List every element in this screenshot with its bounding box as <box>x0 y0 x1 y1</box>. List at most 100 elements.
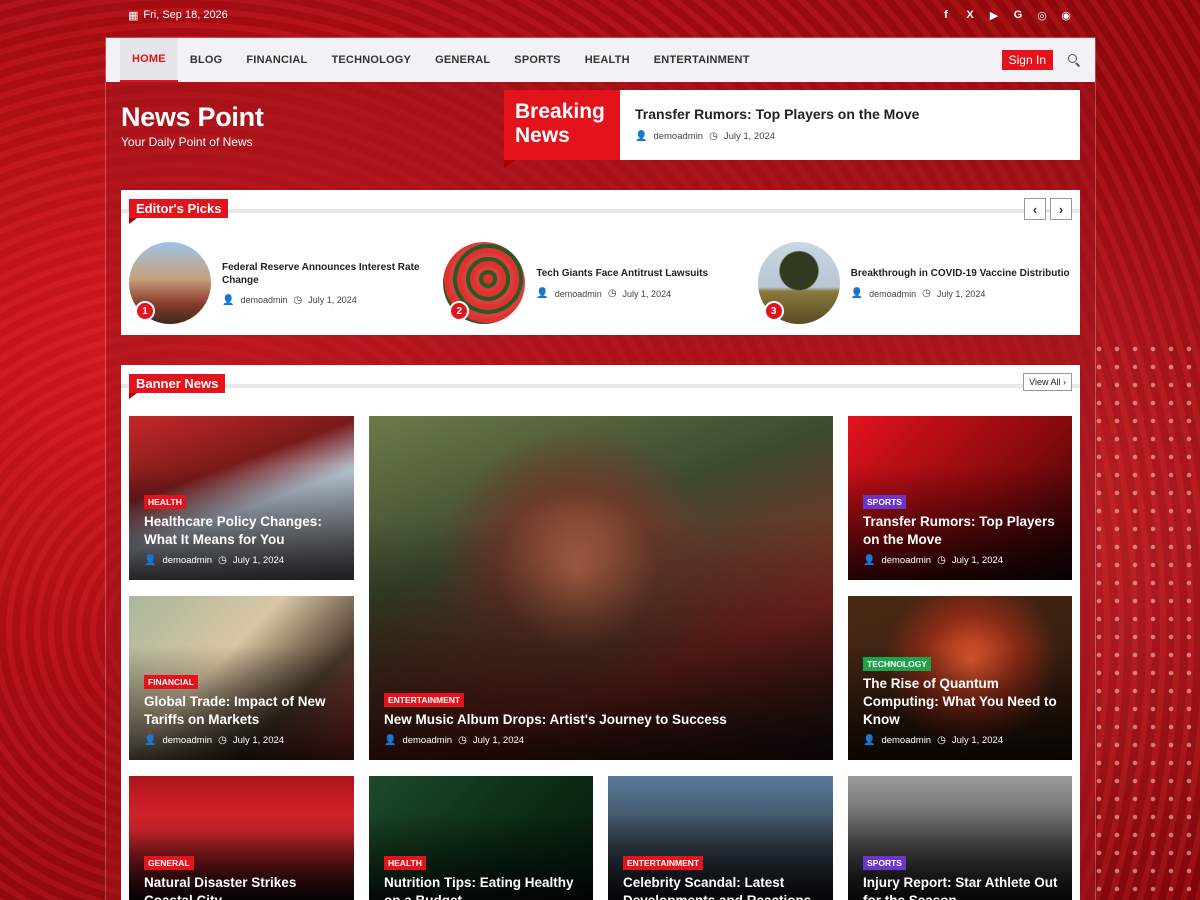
nav-entertainment[interactable]: ENTERTAINMENT <box>642 38 762 82</box>
clock-icon: ◷ <box>937 735 946 746</box>
next-arrow-icon[interactable]: › <box>1050 198 1072 220</box>
nav-technology[interactable]: TECHNOLOGY <box>319 38 423 82</box>
author[interactable]: demoadmin <box>162 555 212 566</box>
nav-general[interactable]: GENERAL <box>423 38 502 82</box>
banner-card[interactable]: HEALTH Nutrition Tips: Eating Healthy on… <box>369 776 593 900</box>
author[interactable]: demoadmin <box>162 735 212 746</box>
pick-title[interactable]: Breakthrough in COVID-19 Vaccine Distrib… <box>851 267 1070 280</box>
clock-icon: ◷ <box>293 294 303 306</box>
site-brand[interactable]: News Point Your Daily Point of News <box>121 102 264 149</box>
user-icon: 👤 <box>635 131 648 142</box>
category-badge[interactable]: ENTERTAINMENT <box>623 856 704 870</box>
post-date: July 1, 2024 <box>308 295 357 305</box>
post-date: July 1, 2024 <box>622 288 672 299</box>
author[interactable]: demoadmin <box>881 735 931 746</box>
social-links: f X ▶ G ◎ ◉ <box>940 9 1072 22</box>
prev-arrow-icon[interactable]: ‹ <box>1024 198 1046 220</box>
pick-thumbnail[interactable]: 2 <box>443 242 526 324</box>
pick-item[interactable]: 1 Federal Reserve Announces Interest Rat… <box>129 242 443 324</box>
card-title[interactable]: Injury Report: Star Athlete Out for the … <box>863 874 1060 900</box>
author[interactable]: demoadmin <box>653 131 703 142</box>
card-title[interactable]: Celebrity Scandal: Latest Developments a… <box>623 874 821 900</box>
category-badge[interactable]: FINANCIAL <box>144 675 198 689</box>
banner-card[interactable]: TECHNOLOGY The Rise of Quantum Computing… <box>848 596 1072 760</box>
top-bar: ▦ Fri, Sep 18, 2026 f X ▶ G ◎ ◉ <box>0 0 1200 30</box>
pick-thumbnail[interactable]: 3 <box>757 242 840 324</box>
instagram-icon[interactable]: ◎ <box>1036 9 1048 22</box>
nav-health[interactable]: HEALTH <box>573 38 642 82</box>
section-divider <box>121 209 1080 213</box>
pick-number: 1 <box>135 301 155 321</box>
banner-card[interactable]: ENTERTAINMENT Celebrity Scandal: Latest … <box>608 776 833 900</box>
banner-card-featured[interactable]: ENTERTAINMENT New Music Album Drops: Art… <box>369 416 833 760</box>
pick-item[interactable]: 2 Tech Giants Face Antitrust Lawsuits 👤 … <box>443 242 757 324</box>
breaking-news: Breaking News Transfer Rumors: Top Playe… <box>504 90 1080 168</box>
nav-sports[interactable]: SPORTS <box>502 38 572 82</box>
view-all-button[interactable]: View All › <box>1023 373 1072 391</box>
section-divider <box>121 384 1080 388</box>
banner-card[interactable]: SPORTS Injury Report: Star Athlete Out f… <box>848 776 1072 900</box>
banner-card[interactable]: FINANCIAL Global Trade: Impact of New Ta… <box>129 596 354 760</box>
post-date: July 1, 2024 <box>472 735 525 746</box>
card-title[interactable]: Natural Disaster Strikes Coastal City <box>144 874 342 900</box>
main-nav: HOME BLOG FINANCIAL TECHNOLOGY GENERAL S… <box>106 38 1095 82</box>
user-icon: 👤 <box>144 735 157 746</box>
background-dots <box>1090 340 1200 900</box>
category-badge[interactable]: ENTERTAINMENT <box>384 693 465 707</box>
pick-title[interactable]: Federal Reserve Announces Interest Rate … <box>222 261 443 287</box>
pick-number: 3 <box>763 301 784 321</box>
view-all-label: View All <box>1029 377 1061 387</box>
editors-picks-section: Editor's Picks ‹ › 1 Federal Reserve Ann… <box>121 190 1080 335</box>
post-date: July 1, 2024 <box>951 735 1004 746</box>
youtube-icon[interactable]: ▶ <box>988 9 1000 22</box>
category-badge[interactable]: GENERAL <box>144 856 194 870</box>
user-icon: 👤 <box>863 735 876 746</box>
author[interactable]: demoadmin <box>402 735 452 746</box>
pick-title[interactable]: Tech Giants Face Antitrust Lawsuits <box>536 267 708 280</box>
breaking-news-meta: 👤 demoadmin ◷ July 1, 2024 <box>635 131 919 142</box>
nav-blog[interactable]: BLOG <box>178 38 235 82</box>
breaking-news-title[interactable]: Transfer Rumors: Top Players on the Move <box>635 106 919 122</box>
banner-card[interactable]: SPORTS Transfer Rumors: Top Players on t… <box>848 416 1072 580</box>
date-display: ▦ Fri, Sep 18, 2026 <box>128 9 228 22</box>
author[interactable]: demoadmin <box>555 289 602 299</box>
section-heading: Editor's Picks <box>129 199 229 224</box>
card-title[interactable]: Global Trade: Impact of New Tariffs on M… <box>144 693 342 729</box>
search-icon[interactable] <box>1067 53 1081 67</box>
category-badge[interactable]: TECHNOLOGY <box>863 657 931 671</box>
category-badge[interactable]: SPORTS <box>863 495 906 509</box>
category-badge[interactable]: HEALTH <box>384 856 426 870</box>
category-badge[interactable]: HEALTH <box>144 495 186 509</box>
post-date: July 1, 2024 <box>951 555 1004 566</box>
user-icon: 👤 <box>384 735 397 746</box>
calendar-icon: ▦ <box>128 9 139 22</box>
breaking-news-label: Breaking News <box>504 90 620 168</box>
card-title[interactable]: Healthcare Policy Changes: What It Means… <box>144 513 342 549</box>
user-icon: 👤 <box>222 294 235 306</box>
nav-financial[interactable]: FINANCIAL <box>234 38 319 82</box>
sign-in-button[interactable]: Sign In <box>1001 50 1053 70</box>
author[interactable]: demoadmin <box>881 555 931 566</box>
site-tagline: Your Daily Point of News <box>121 135 253 149</box>
category-badge[interactable]: SPORTS <box>863 856 906 870</box>
card-title[interactable]: New Music Album Drops: Artist's Journey … <box>384 711 821 729</box>
pick-item[interactable]: 3 Breakthrough in COVID-19 Vaccine Distr… <box>757 242 1072 324</box>
nav-home[interactable]: HOME <box>120 38 178 82</box>
user-icon: 👤 <box>144 555 157 566</box>
reddit-icon[interactable]: ◉ <box>1060 9 1072 22</box>
card-title[interactable]: Nutrition Tips: Eating Healthy on a Budg… <box>384 874 581 900</box>
post-date: July 1, 2024 <box>232 555 285 566</box>
current-date: Fri, Sep 18, 2026 <box>143 9 228 21</box>
card-title[interactable]: Transfer Rumors: Top Players on the Move <box>863 513 1060 549</box>
x-icon[interactable]: X <box>964 9 976 21</box>
user-icon: 👤 <box>536 288 549 299</box>
card-title[interactable]: The Rise of Quantum Computing: What You … <box>863 675 1060 729</box>
author[interactable]: demoadmin <box>869 289 916 299</box>
banner-card[interactable]: GENERAL Natural Disaster Strikes Coastal… <box>129 776 354 900</box>
google-icon[interactable]: G <box>1012 9 1024 21</box>
banner-card[interactable]: HEALTH Healthcare Policy Changes: What I… <box>129 416 354 580</box>
author[interactable]: demoadmin <box>240 295 287 305</box>
facebook-icon[interactable]: f <box>940 9 952 21</box>
pick-thumbnail[interactable]: 1 <box>129 242 211 324</box>
site-title[interactable]: News Point <box>121 102 264 133</box>
